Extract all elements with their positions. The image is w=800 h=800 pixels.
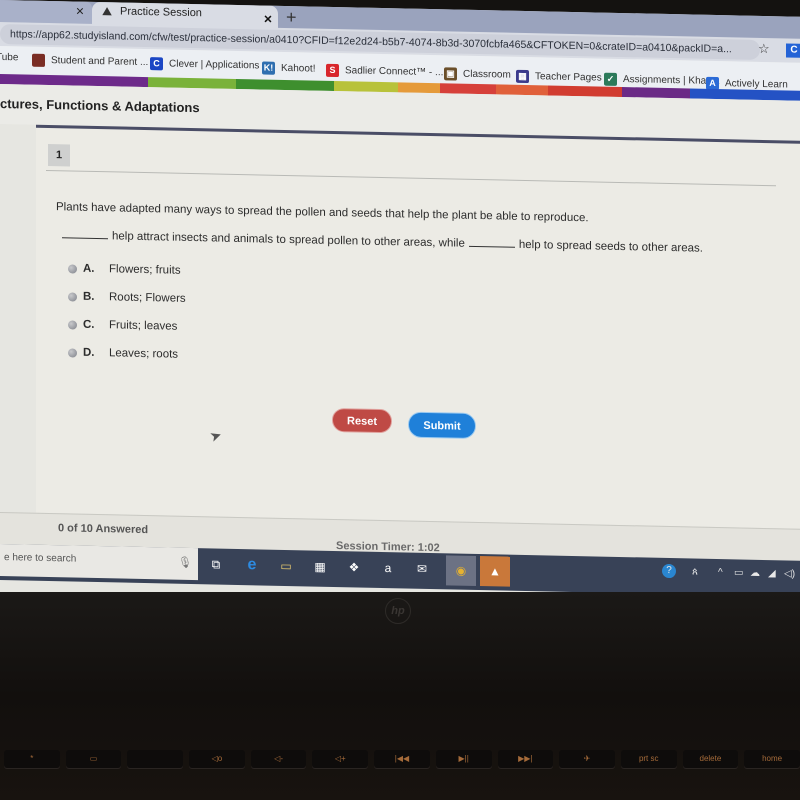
choice-a[interactable]: A. Flowers; fruits bbox=[68, 262, 181, 277]
bookmark-item[interactable]: ▦ Teacher Pages bbox=[516, 69, 602, 85]
amazon-icon[interactable]: a bbox=[378, 558, 398, 578]
question-part-2: help to spread seeds to other areas. bbox=[518, 238, 703, 255]
clever-icon: C bbox=[150, 57, 163, 71]
taskbar-search-input[interactable]: e here to search 🎙 bbox=[0, 544, 198, 581]
chevron-up-icon[interactable]: ^ bbox=[718, 567, 723, 578]
keyboard-key: ▭ bbox=[65, 750, 122, 768]
keyboard-key: ◁- bbox=[250, 750, 307, 768]
file-explorer-icon[interactable]: ▭ bbox=[276, 556, 296, 576]
choice-letter: B. bbox=[83, 290, 95, 303]
keyboard-key: home bbox=[744, 750, 800, 768]
teacher-pages-icon: ▦ bbox=[516, 69, 529, 84]
battery-icon[interactable]: ▭ bbox=[734, 567, 743, 578]
khan-icon: ✓ bbox=[604, 73, 617, 87]
screen: × ⛰ Practice Session × + https://app62.s… bbox=[0, 0, 800, 617]
choice-text: Leaves; roots bbox=[109, 347, 179, 361]
search-placeholder: e here to search bbox=[4, 552, 77, 565]
question-card: 1 Plants have adapted many ways to sprea… bbox=[36, 124, 800, 529]
bookmark-item[interactable]: Student and Parent ... bbox=[32, 53, 149, 69]
book-icon bbox=[32, 53, 45, 68]
dropbox-icon[interactable]: ❖ bbox=[344, 557, 364, 577]
help-icon[interactable]: ? bbox=[662, 563, 676, 579]
choice-letter: A. bbox=[83, 262, 95, 275]
question-part-1: help attract insects and animals to spre… bbox=[112, 230, 465, 250]
choice-text: Roots; Flowers bbox=[109, 291, 186, 305]
bookmark-label: Clever | Applications bbox=[169, 58, 260, 72]
mail-icon[interactable]: ✉ bbox=[412, 559, 432, 579]
bookmark-item[interactable]: S Sadlier Connect™ - ... bbox=[326, 63, 444, 79]
bookmark-label: Student and Parent ... bbox=[51, 55, 149, 69]
divider bbox=[46, 169, 776, 187]
keyboard-key: delete bbox=[682, 750, 739, 768]
radio-button[interactable] bbox=[68, 263, 77, 274]
choice-b[interactable]: B. Roots; Flowers bbox=[68, 290, 186, 305]
bookmark-label: Teacher Pages bbox=[535, 71, 602, 84]
choice-text: Fruits; leaves bbox=[109, 319, 178, 333]
wifi-icon[interactable]: ◢ bbox=[768, 568, 776, 579]
task-view-icon[interactable]: ⧉ bbox=[206, 554, 226, 574]
laptop-bezel: hp * ▭ ◁o ◁- ◁+ |◀◀ ▶|| ▶▶| ✈ prt sc delete home bbox=[0, 592, 800, 800]
edge-icon[interactable]: e bbox=[242, 555, 262, 575]
keyboard-key: ◁o bbox=[189, 750, 245, 768]
hp-logo: hp bbox=[385, 598, 411, 624]
keyboard-key bbox=[127, 750, 184, 768]
bookmark-star-icon[interactable]: ☆ bbox=[758, 41, 770, 57]
cloud-icon[interactable]: ☁ bbox=[750, 568, 760, 579]
keyboard-key: prt sc bbox=[620, 750, 677, 768]
kahoot-icon: K! bbox=[262, 61, 275, 75]
blank-2 bbox=[468, 236, 515, 248]
clever-extension-icon[interactable]: C bbox=[786, 43, 800, 58]
keyboard-function-row: * ▭ ◁o ◁- ◁+ |◀◀ ▶|| ▶▶| ✈ prt sc delete home bbox=[0, 750, 800, 768]
choice-letter: D. bbox=[83, 346, 95, 359]
actively-learn-icon: A bbox=[706, 76, 719, 90]
choice-c[interactable]: C. Fruits; leaves bbox=[68, 318, 178, 333]
volume-icon[interactable]: ◁) bbox=[784, 568, 795, 579]
bookmark-label: Actively Learn bbox=[725, 77, 788, 91]
new-tab-button[interactable]: + bbox=[286, 7, 297, 28]
bookmark-item[interactable]: C Clever | Applications bbox=[150, 57, 260, 73]
keyboard-key: * bbox=[4, 750, 60, 768]
choice-letter: C. bbox=[83, 318, 95, 331]
choice-d[interactable]: D. Leaves; roots bbox=[68, 346, 179, 361]
chrome-icon[interactable]: ◉ bbox=[446, 555, 476, 586]
keyboard-key: ✈ bbox=[559, 750, 615, 768]
keyboard-key: ▶▶| bbox=[497, 750, 554, 768]
mouse-cursor-icon: ➤ bbox=[207, 426, 224, 446]
blank-1 bbox=[62, 228, 108, 240]
submit-button[interactable]: Submit bbox=[408, 411, 476, 439]
radio-button[interactable] bbox=[68, 347, 77, 358]
bookmark-label: Kahoot! bbox=[281, 62, 316, 75]
bookmark-item[interactable]: Tube bbox=[0, 52, 18, 63]
bookmark-item[interactable]: K! Kahoot! bbox=[262, 61, 315, 75]
radio-button[interactable] bbox=[68, 291, 77, 302]
bookmark-item[interactable]: ▣ Classroom bbox=[444, 67, 511, 81]
unit-title: ctures, Functions & Adaptations bbox=[0, 96, 200, 116]
answered-count: 0 of 10 Answered bbox=[58, 522, 149, 537]
keyboard-key: |◀◀ bbox=[374, 750, 430, 768]
question-prompt: Plants have adapted many ways to spread … bbox=[56, 201, 589, 225]
sadlier-icon: S bbox=[326, 63, 339, 77]
close-icon[interactable]: × bbox=[76, 3, 84, 19]
app-icon[interactable]: ▲ bbox=[480, 556, 510, 587]
bookmark-label: Classroom bbox=[463, 68, 511, 81]
close-icon[interactable]: × bbox=[264, 11, 272, 27]
radio-button[interactable] bbox=[68, 319, 77, 330]
keyboard-key: ▶|| bbox=[435, 750, 492, 768]
reset-button[interactable]: Reset bbox=[332, 407, 392, 434]
tab-title: Practice Session bbox=[120, 5, 202, 20]
bookmark-label: Sadlier Connect™ - ... bbox=[345, 65, 444, 79]
people-icon[interactable]: ጰ bbox=[692, 566, 698, 577]
choice-text: Flowers; fruits bbox=[109, 263, 181, 277]
classroom-icon: ▣ bbox=[444, 67, 457, 81]
bookmark-label: Tube bbox=[0, 51, 19, 64]
question-fill-in: help attract insects and animals to spre… bbox=[58, 228, 703, 255]
microphone-icon[interactable]: 🎙 bbox=[178, 556, 192, 569]
tab-previous[interactable]: × bbox=[0, 0, 92, 24]
question-number: 1 bbox=[48, 144, 70, 167]
study-island-icon: ⛰ bbox=[102, 4, 113, 19]
keyboard-key: ◁+ bbox=[312, 750, 369, 768]
store-icon[interactable]: ▦ bbox=[310, 556, 330, 576]
